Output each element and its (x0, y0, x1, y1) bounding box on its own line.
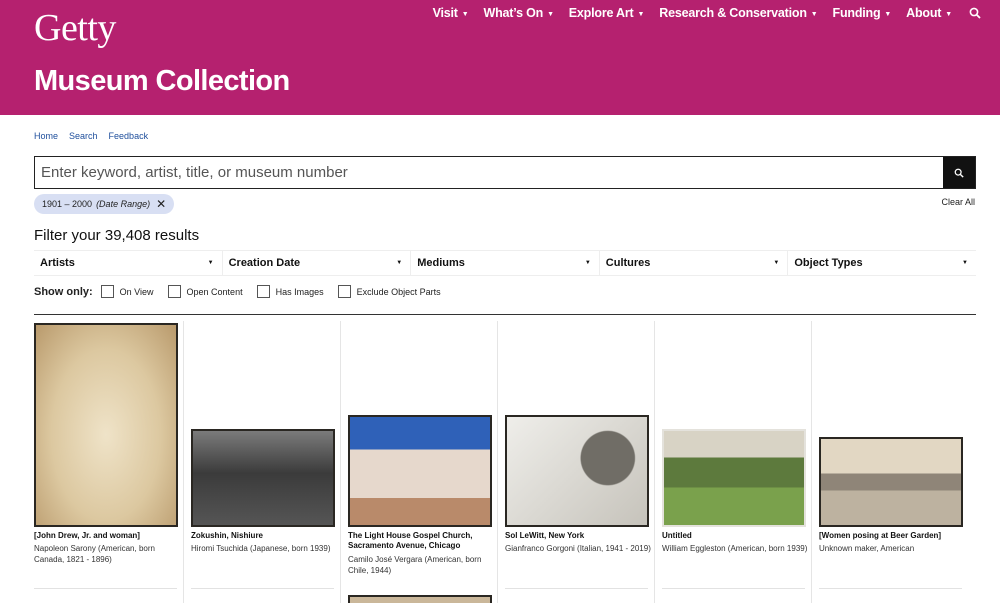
search-input[interactable] (35, 157, 943, 188)
result-maker: Napoleon Sarony (American, born Canada, … (34, 544, 155, 564)
checkbox-open-content[interactable]: Open Content (167, 285, 243, 298)
result-title[interactable]: Sol LeWitt, New York (505, 531, 653, 541)
getty-logo[interactable]: Getty (34, 6, 116, 50)
result-title[interactable]: The Light House Gospel Church, Sacrament… (348, 531, 496, 551)
site-header: Getty Visit ▼ What’s On ▼ Explore Art ▼ Res… (0, 0, 1000, 115)
divider (191, 588, 334, 589)
close-icon[interactable]: ✕ (156, 198, 166, 210)
nav-item-research-conservation[interactable]: Research & Conservation ▼ (659, 6, 817, 20)
result-maker: Gianfranco Gorgoni (Italian, 1941 - 2019… (505, 544, 651, 553)
results-grid: [John Drew, Jr. and woman] Napoleon Saro… (27, 321, 977, 603)
result-maker: William Eggleston (American, born 1939) (662, 544, 808, 553)
checkbox-label: Exclude Object Parts (356, 286, 441, 297)
checkbox-label: Open Content (186, 286, 243, 297)
search-bar (34, 156, 976, 189)
chevron-down-icon: ▼ (461, 10, 469, 18)
nav-item-explore-art[interactable]: Explore Art ▼ (568, 6, 645, 20)
nav-label: About (906, 6, 942, 20)
result-card: [Women posing at Beer Garden] Unknown ma… (812, 321, 969, 603)
filter-object-types[interactable]: Object Types ▼ (788, 251, 976, 275)
chevron-down-icon: ▼ (884, 10, 892, 18)
checkbox[interactable] (256, 285, 270, 298)
filter-mediums[interactable]: Mediums ▼ (411, 251, 600, 275)
filter-label: Mediums (417, 257, 465, 269)
checkbox-label: On View (119, 286, 154, 297)
chevron-down-icon: ▼ (773, 260, 780, 266)
result-card: [John Drew, Jr. and woman] Napoleon Saro… (27, 321, 184, 603)
result-title[interactable]: [Women posing at Beer Garden] (819, 531, 967, 541)
chevron-down-icon: ▼ (396, 260, 403, 266)
active-filter-chip[interactable]: 1901 – 2000 (Date Range) ✕ (34, 194, 175, 214)
artwork-image[interactable] (34, 323, 178, 527)
search-icon (954, 168, 964, 178)
filter-artists[interactable]: Artists ▼ (34, 251, 223, 275)
chevron-down-icon: ▼ (207, 260, 214, 266)
artwork-image[interactable] (191, 429, 335, 527)
nav-label: Visit (432, 6, 458, 20)
search-icon[interactable] (968, 6, 982, 20)
filter-label: Artists (40, 257, 75, 269)
result-card: Zokushin, Nishiure Hiromi Tsuchida (Japa… (184, 321, 341, 603)
checkbox[interactable] (167, 285, 181, 298)
main-nav: Visit ▼ What’s On ▼ Explore Art ▼ Research … (418, 6, 982, 20)
nav-item-visit[interactable]: Visit ▼ (433, 6, 469, 20)
artwork-image[interactable] (505, 415, 649, 527)
nav-label: What’s On (483, 6, 544, 20)
filter-label: Cultures (605, 257, 651, 269)
divider (819, 588, 962, 589)
result-title[interactable]: Zokushin, Nishiure (191, 531, 339, 541)
divider (34, 314, 976, 315)
chevron-down-icon: ▼ (547, 10, 554, 18)
result-card: Untitled William Eggleston (American, bo… (655, 321, 812, 603)
checkbox[interactable] (337, 285, 351, 298)
result-maker: Camilo José Vergara (American, born Chil… (348, 555, 482, 575)
filter-label: Object Types (794, 257, 863, 269)
chevron-down-icon: ▼ (637, 10, 645, 18)
nav-label: Research & Conservation (659, 6, 807, 20)
show-only-label: Show only: (34, 285, 93, 298)
chevron-down-icon: ▼ (810, 10, 818, 18)
clear-all-button[interactable]: Clear All (941, 197, 975, 207)
nav-item-funding[interactable]: Funding ▼ (833, 6, 892, 20)
chevron-down-icon: ▼ (584, 260, 591, 266)
artwork-image[interactable] (819, 437, 963, 527)
divider (505, 588, 648, 589)
show-only-row: Show only: On View Open Content Has Imag… (34, 285, 455, 298)
artwork-image[interactable] (348, 595, 492, 603)
result-maker: Hiromi Tsuchida (Japanese, born 1939) (191, 544, 331, 553)
result-maker: Unknown maker, American (819, 544, 915, 553)
chip-value: 1901 – 2000 (42, 199, 93, 209)
breadcrumb-search[interactable]: Search (69, 131, 98, 141)
result-title[interactable]: Untitled (662, 531, 810, 541)
filter-label: Creation Date (228, 257, 301, 269)
chevron-down-icon: ▼ (945, 10, 952, 18)
divider (662, 588, 805, 589)
breadcrumb: Home Search Feedback (34, 131, 148, 141)
search-button[interactable] (943, 157, 975, 188)
nav-item-about[interactable]: About ▼ (906, 6, 952, 20)
chevron-down-icon: ▼ (962, 260, 968, 266)
page-title: Museum Collection (34, 65, 290, 97)
filter-cultures[interactable]: Cultures ▼ (600, 251, 789, 275)
filter-bar: Artists ▼ Creation Date ▼ Mediums ▼ Culture… (34, 250, 976, 276)
filter-creation-date[interactable]: Creation Date ▼ (223, 251, 412, 275)
breadcrumb-home[interactable]: Home (34, 131, 58, 141)
divider (34, 588, 177, 589)
result-card: Sol LeWitt, New York Gianfranco Gorgoni … (498, 321, 655, 603)
checkbox[interactable] (100, 285, 114, 298)
checkbox-on-view[interactable]: On View (100, 285, 154, 298)
chip-type: (Date Range) (96, 199, 151, 209)
checkbox-label: Has Images (275, 286, 324, 297)
checkbox-has-images[interactable]: Has Images (256, 285, 324, 298)
checkbox-exclude-object-parts[interactable]: Exclude Object Parts (337, 285, 441, 298)
nav-label: Funding (832, 6, 881, 20)
artwork-image[interactable] (662, 429, 806, 527)
nav-label: Explore Art (568, 6, 634, 20)
artwork-image[interactable] (348, 415, 492, 527)
result-title[interactable]: [John Drew, Jr. and woman] (34, 531, 182, 541)
nav-item-whats-on[interactable]: What’s On ▼ (484, 6, 554, 20)
results-count: Filter your 39,408 results (34, 227, 200, 244)
breadcrumb-feedback[interactable]: Feedback (109, 131, 149, 141)
result-card: The Light House Gospel Church, Sacrament… (341, 321, 498, 603)
